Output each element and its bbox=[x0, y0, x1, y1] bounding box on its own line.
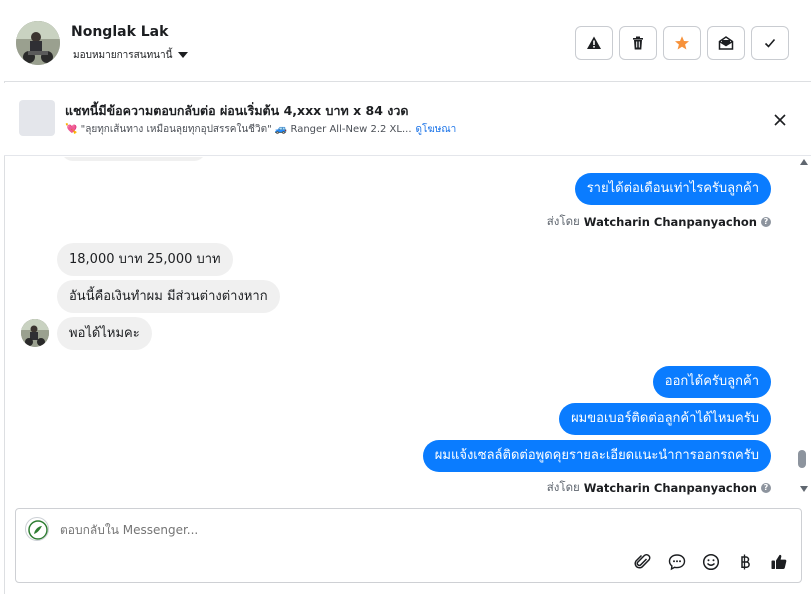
star-icon bbox=[675, 36, 689, 50]
saved-replies-icon bbox=[668, 554, 686, 571]
conversation-header: Nonglak Lak มอบหมายการสนทนานี้ bbox=[4, 4, 811, 82]
attachment-icon bbox=[634, 553, 651, 569]
incoming-message[interactable]: อันนี้คือเงินทำผม มีส่วนต่างต่างหาก bbox=[57, 280, 280, 313]
ad-subtitle: 💘 "ลุยทุกเส้นทาง เหมือนลุยทุกอุปสรรคในชี… bbox=[65, 124, 412, 135]
emoji-button[interactable] bbox=[701, 552, 721, 572]
info-icon[interactable]: ? bbox=[761, 217, 771, 227]
sent-by-prefix: ส่งโดย bbox=[546, 480, 580, 494]
ad-title: แชทนี้มีข้อความตอบกลับต่อ ผ่อนเริ่มต้น 4… bbox=[65, 103, 409, 118]
reply-input[interactable] bbox=[60, 523, 660, 537]
ad-subtitle-row: 💘 "ลุยทุกเส้นทาง เหมือนลุยทุกอุปสรรคในชี… bbox=[65, 122, 456, 137]
info-icon[interactable]: ? bbox=[761, 483, 771, 493]
star-button[interactable] bbox=[663, 26, 701, 60]
emoji-icon bbox=[702, 553, 720, 571]
outgoing-message[interactable]: รายได้ต่อเดือนเท่าไรครับลูกค้า bbox=[574, 173, 771, 205]
page-avatar bbox=[25, 517, 49, 541]
incoming-message[interactable]: 18,000 บาท 25,000 บาท bbox=[57, 243, 233, 276]
thread-scrollbar[interactable] bbox=[797, 157, 811, 497]
trash-icon bbox=[633, 36, 643, 50]
delete-button[interactable] bbox=[619, 26, 657, 60]
caret-down-icon bbox=[178, 51, 189, 58]
payment-button[interactable] bbox=[735, 552, 755, 572]
sent-by-label: ส่งโดย Watcharin Chanpanyachon ? bbox=[547, 213, 771, 231]
scroll-up-arrow-icon[interactable] bbox=[800, 159, 808, 165]
header-actions bbox=[575, 26, 789, 60]
saved-replies-button[interactable] bbox=[667, 552, 687, 572]
message-thread[interactable]: รายได้ต่อเดือนเท่าไรครับลูกค้า ส่งโดย Wa… bbox=[4, 157, 797, 497]
partial-message-bubble bbox=[61, 157, 206, 161]
ad-thumbnail bbox=[19, 100, 55, 136]
send-like-button[interactable] bbox=[769, 552, 789, 572]
attachment-button[interactable] bbox=[633, 552, 653, 572]
ad-context-banner: แชทนี้มีข้อความตอบกลับต่อ ผ่อนเริ่มต้น 4… bbox=[4, 83, 811, 156]
close-ad-banner-button[interactable] bbox=[770, 110, 790, 130]
contact-message-avatar bbox=[21, 319, 49, 347]
composer-tools bbox=[633, 552, 789, 572]
close-icon bbox=[774, 114, 786, 126]
sent-by-prefix: ส่งโดย bbox=[546, 214, 580, 228]
incoming-message[interactable]: พอได้ไหมคะ bbox=[57, 317, 152, 350]
report-button[interactable] bbox=[575, 26, 613, 60]
contact-name[interactable]: Nonglak Lak bbox=[71, 24, 168, 40]
baht-payment-icon bbox=[741, 554, 750, 570]
view-ad-link[interactable]: ดูโฆษณา bbox=[416, 122, 457, 137]
message-composer bbox=[15, 508, 802, 583]
envelope-open-icon bbox=[718, 36, 734, 50]
sent-by-label: ส่งโดย Watcharin Chanpanyachon ? bbox=[547, 479, 771, 497]
mark-unread-button[interactable] bbox=[707, 26, 745, 60]
thumbs-up-icon bbox=[771, 554, 787, 569]
scroll-down-arrow-icon[interactable] bbox=[800, 486, 808, 492]
warning-icon bbox=[587, 36, 601, 49]
assign-label: มอบหมายการสนทนานี้ bbox=[73, 50, 173, 61]
outgoing-message[interactable]: ออกได้ครับลูกค้า bbox=[652, 366, 771, 398]
outgoing-message[interactable]: ผมขอเบอร์ติดต่อลูกค้าได้ไหมครับ bbox=[559, 403, 771, 435]
agent-name[interactable]: Watcharin Chanpanyachon bbox=[584, 481, 757, 495]
check-icon bbox=[764, 38, 776, 48]
scrollbar-thumb[interactable] bbox=[798, 450, 806, 468]
assign-conversation-dropdown[interactable]: มอบหมายการสนทนานี้ bbox=[73, 48, 189, 63]
agent-name[interactable]: Watcharin Chanpanyachon bbox=[584, 215, 757, 229]
mark-done-button[interactable] bbox=[751, 26, 789, 60]
contact-avatar[interactable] bbox=[16, 21, 60, 65]
outgoing-message[interactable]: ผมแจ้งเซลล์ติดต่อพูดคุยรายละเอียดแนะนำกา… bbox=[422, 440, 771, 472]
